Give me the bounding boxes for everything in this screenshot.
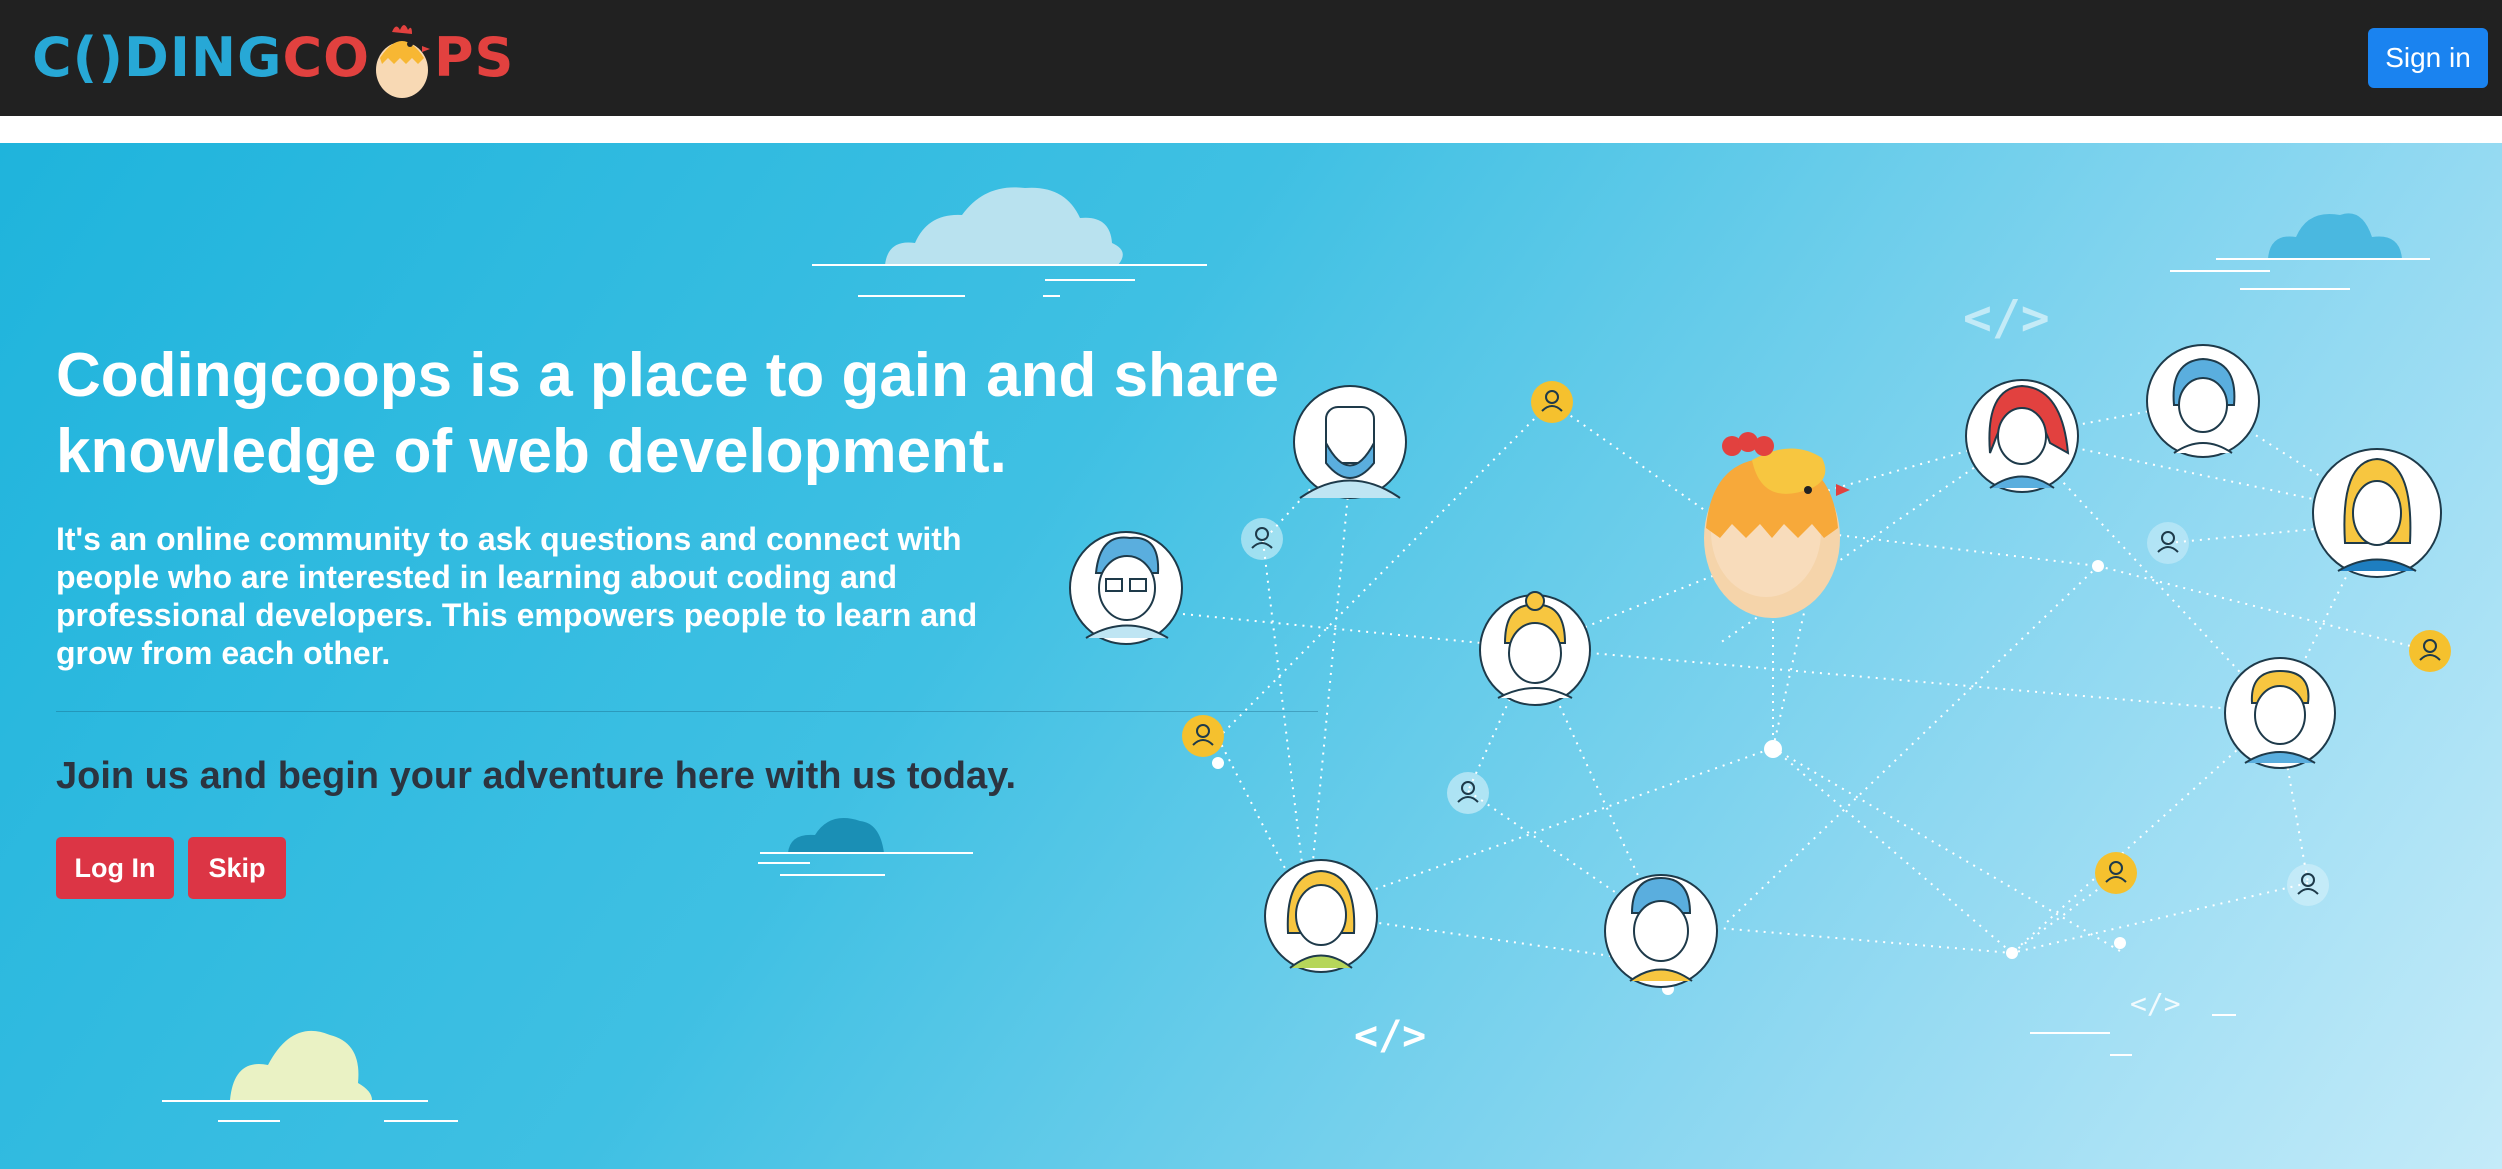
logo-letter-c: C bbox=[32, 26, 73, 89]
hero-title: Codingcoops is a place to gain and share… bbox=[56, 341, 1280, 486]
avatar-icon bbox=[1069, 531, 1183, 645]
chick-egg-icon bbox=[372, 18, 432, 98]
logo-co: CO bbox=[282, 26, 370, 89]
log-in-button[interactable]: Log In bbox=[56, 837, 174, 899]
user-icon bbox=[1241, 518, 1283, 560]
code-tag-icon: </> bbox=[1963, 290, 2050, 346]
user-icon bbox=[2409, 630, 2451, 672]
chick-egg-mascot-icon bbox=[1704, 432, 1850, 618]
user-icon bbox=[2147, 522, 2189, 564]
cloud-icon bbox=[2170, 213, 2430, 290]
avatar-icon bbox=[1965, 379, 2079, 493]
hero-description: It's an online community to ask question… bbox=[56, 521, 978, 671]
codingcoops-logo[interactable]: C() DING CO PS bbox=[32, 8, 514, 108]
hero-call-to-action: Join us and begin your adventure here wi… bbox=[56, 755, 1017, 797]
sign-in-button[interactable]: Sign in bbox=[2368, 28, 2488, 88]
cloud-icon bbox=[758, 818, 973, 876]
logo-ps: PS bbox=[433, 26, 515, 89]
logo-wordmark: C() DING CO PS bbox=[32, 18, 514, 98]
cloud-icon bbox=[162, 1030, 458, 1122]
avatar-icon bbox=[1264, 859, 1378, 973]
avatar-icon bbox=[2224, 657, 2336, 769]
hero-button-row: Log In Skip bbox=[56, 837, 286, 899]
hero-divider bbox=[56, 711, 1318, 712]
avatar-icon bbox=[1604, 874, 1718, 988]
user-icon bbox=[2095, 852, 2137, 894]
header-spacer bbox=[0, 116, 2502, 143]
cloud-icon bbox=[812, 187, 1207, 297]
user-icon bbox=[1531, 381, 1573, 423]
user-icon bbox=[1447, 772, 1489, 814]
code-tag-icon: </> bbox=[2130, 987, 2181, 1020]
skip-button[interactable]: Skip bbox=[188, 837, 286, 899]
user-icon bbox=[2287, 864, 2329, 906]
top-navbar: C() DING CO PS Sign in bbox=[0, 0, 2502, 116]
avatar-icon bbox=[2146, 344, 2260, 458]
avatar-icon bbox=[2312, 448, 2442, 578]
logo-parens: () bbox=[72, 26, 124, 89]
user-icon bbox=[1182, 715, 1224, 757]
code-tag-icon: </> bbox=[1354, 1013, 1426, 1059]
avatar-icon bbox=[1479, 591, 1591, 706]
logo-ding: DING bbox=[124, 26, 283, 89]
hero-section: </> </> </> Codingcoops is a place to ga… bbox=[0, 143, 2502, 1169]
